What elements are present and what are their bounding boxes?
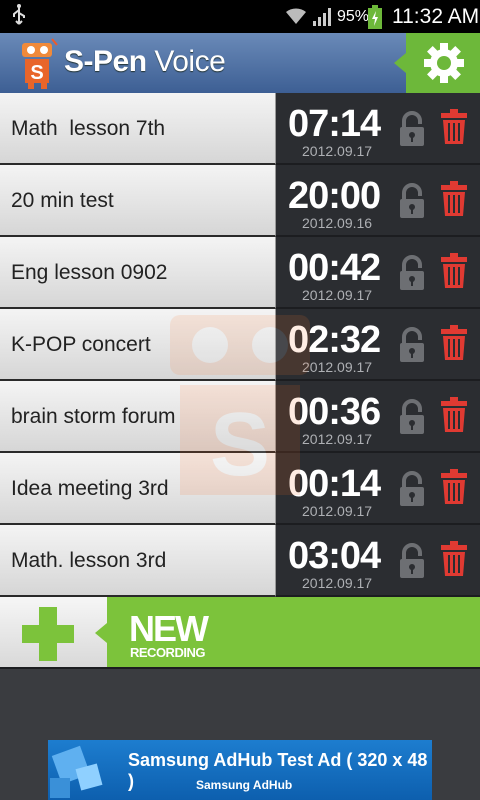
- battery-percent: 95%: [337, 8, 370, 25]
- recording-name: Eng lesson 0902: [11, 261, 168, 284]
- trash-icon[interactable]: [440, 325, 468, 366]
- app-title-light: Voice: [146, 45, 226, 78]
- lock-icon[interactable]: [398, 543, 426, 584]
- new-recording-notch: [95, 623, 107, 643]
- trash-icon[interactable]: [440, 109, 468, 150]
- settings-button[interactable]: [394, 33, 480, 93]
- new-recording-label-box[interactable]: NEW RECORDING: [95, 597, 480, 669]
- ad-art-icon: [50, 745, 103, 798]
- app-title-bold: S-Pen: [64, 45, 147, 78]
- settings-notch: [394, 53, 406, 73]
- lock-icon[interactable]: [398, 399, 426, 440]
- recording-name-cell[interactable]: 20 min test: [0, 165, 276, 237]
- recording-duration: 03:04: [288, 535, 381, 577]
- lock-icon[interactable]: [398, 471, 426, 512]
- recording-name-cell[interactable]: Math lesson 7th: [0, 93, 276, 165]
- recording-name-cell[interactable]: Math. lesson 3rd: [0, 525, 276, 597]
- recording-row[interactable]: Math. lesson 3rd 03:04 2012.09.17: [0, 525, 480, 597]
- lock-icon[interactable]: [398, 255, 426, 296]
- app-header: S S-Pen Voice: [0, 33, 480, 93]
- ad-brand: Samsung AdHub: [196, 778, 293, 792]
- recording-name: Idea meeting 3rd: [11, 477, 169, 500]
- trash-icon[interactable]: [440, 181, 468, 222]
- recording-name: 20 min test: [11, 189, 114, 212]
- signal-icon: [312, 7, 334, 32]
- recording-duration: 07:14: [288, 103, 381, 145]
- recording-name: Math. lesson 3rd: [11, 549, 167, 572]
- trash-icon[interactable]: [440, 397, 468, 438]
- recording-info-cell[interactable]: 07:14 2012.09.17: [276, 93, 480, 165]
- recording-row[interactable]: 20 min test 20:00 2012.09.16: [0, 165, 480, 237]
- ad-banner[interactable]: Samsung AdHub Test Ad ( 320 x 48 ) Samsu…: [48, 740, 432, 800]
- lock-icon[interactable]: [398, 183, 426, 224]
- trash-icon[interactable]: [440, 469, 468, 510]
- plus-icon: [22, 607, 74, 661]
- recording-duration: 20:00: [288, 175, 381, 217]
- recording-row[interactable]: Math lesson 7th 07:14 2012.09.17: [0, 93, 480, 165]
- recording-name: Math lesson 7th: [11, 117, 166, 140]
- new-recording-line2: RECORDING: [130, 645, 205, 660]
- recording-date: 2012.09.17: [302, 575, 373, 591]
- gear-icon: [424, 43, 464, 83]
- battery-icon: [368, 5, 382, 34]
- svg-text:S: S: [210, 395, 270, 495]
- recording-date: 2012.09.17: [302, 143, 373, 159]
- divider: [0, 667, 480, 669]
- app-logo-icon: S: [18, 37, 58, 94]
- recording-info-cell[interactable]: 03:04 2012.09.17: [276, 525, 480, 597]
- recording-duration: 00:42: [288, 247, 381, 289]
- svg-text:S: S: [30, 62, 43, 84]
- lock-icon[interactable]: [398, 327, 426, 368]
- status-clock: 11:32 AM: [392, 5, 480, 28]
- app-title: S-Pen Voice: [64, 45, 226, 79]
- wifi-icon: [284, 6, 308, 31]
- recording-date: 2012.09.16: [302, 215, 373, 231]
- lock-icon[interactable]: [398, 111, 426, 152]
- logo-watermark-icon: S: [170, 315, 310, 495]
- plus-box[interactable]: [0, 597, 107, 669]
- status-bar: 95% 11:32 AM: [0, 0, 480, 33]
- trash-icon[interactable]: [440, 541, 468, 582]
- trash-icon[interactable]: [440, 253, 468, 294]
- usb-icon: [12, 4, 26, 31]
- new-recording-line1: NEW: [129, 608, 209, 649]
- recording-info-cell[interactable]: 20:00 2012.09.16: [276, 165, 480, 237]
- recording-name: K-POP concert: [11, 333, 151, 356]
- new-recording-button[interactable]: NEW RECORDING: [0, 597, 480, 669]
